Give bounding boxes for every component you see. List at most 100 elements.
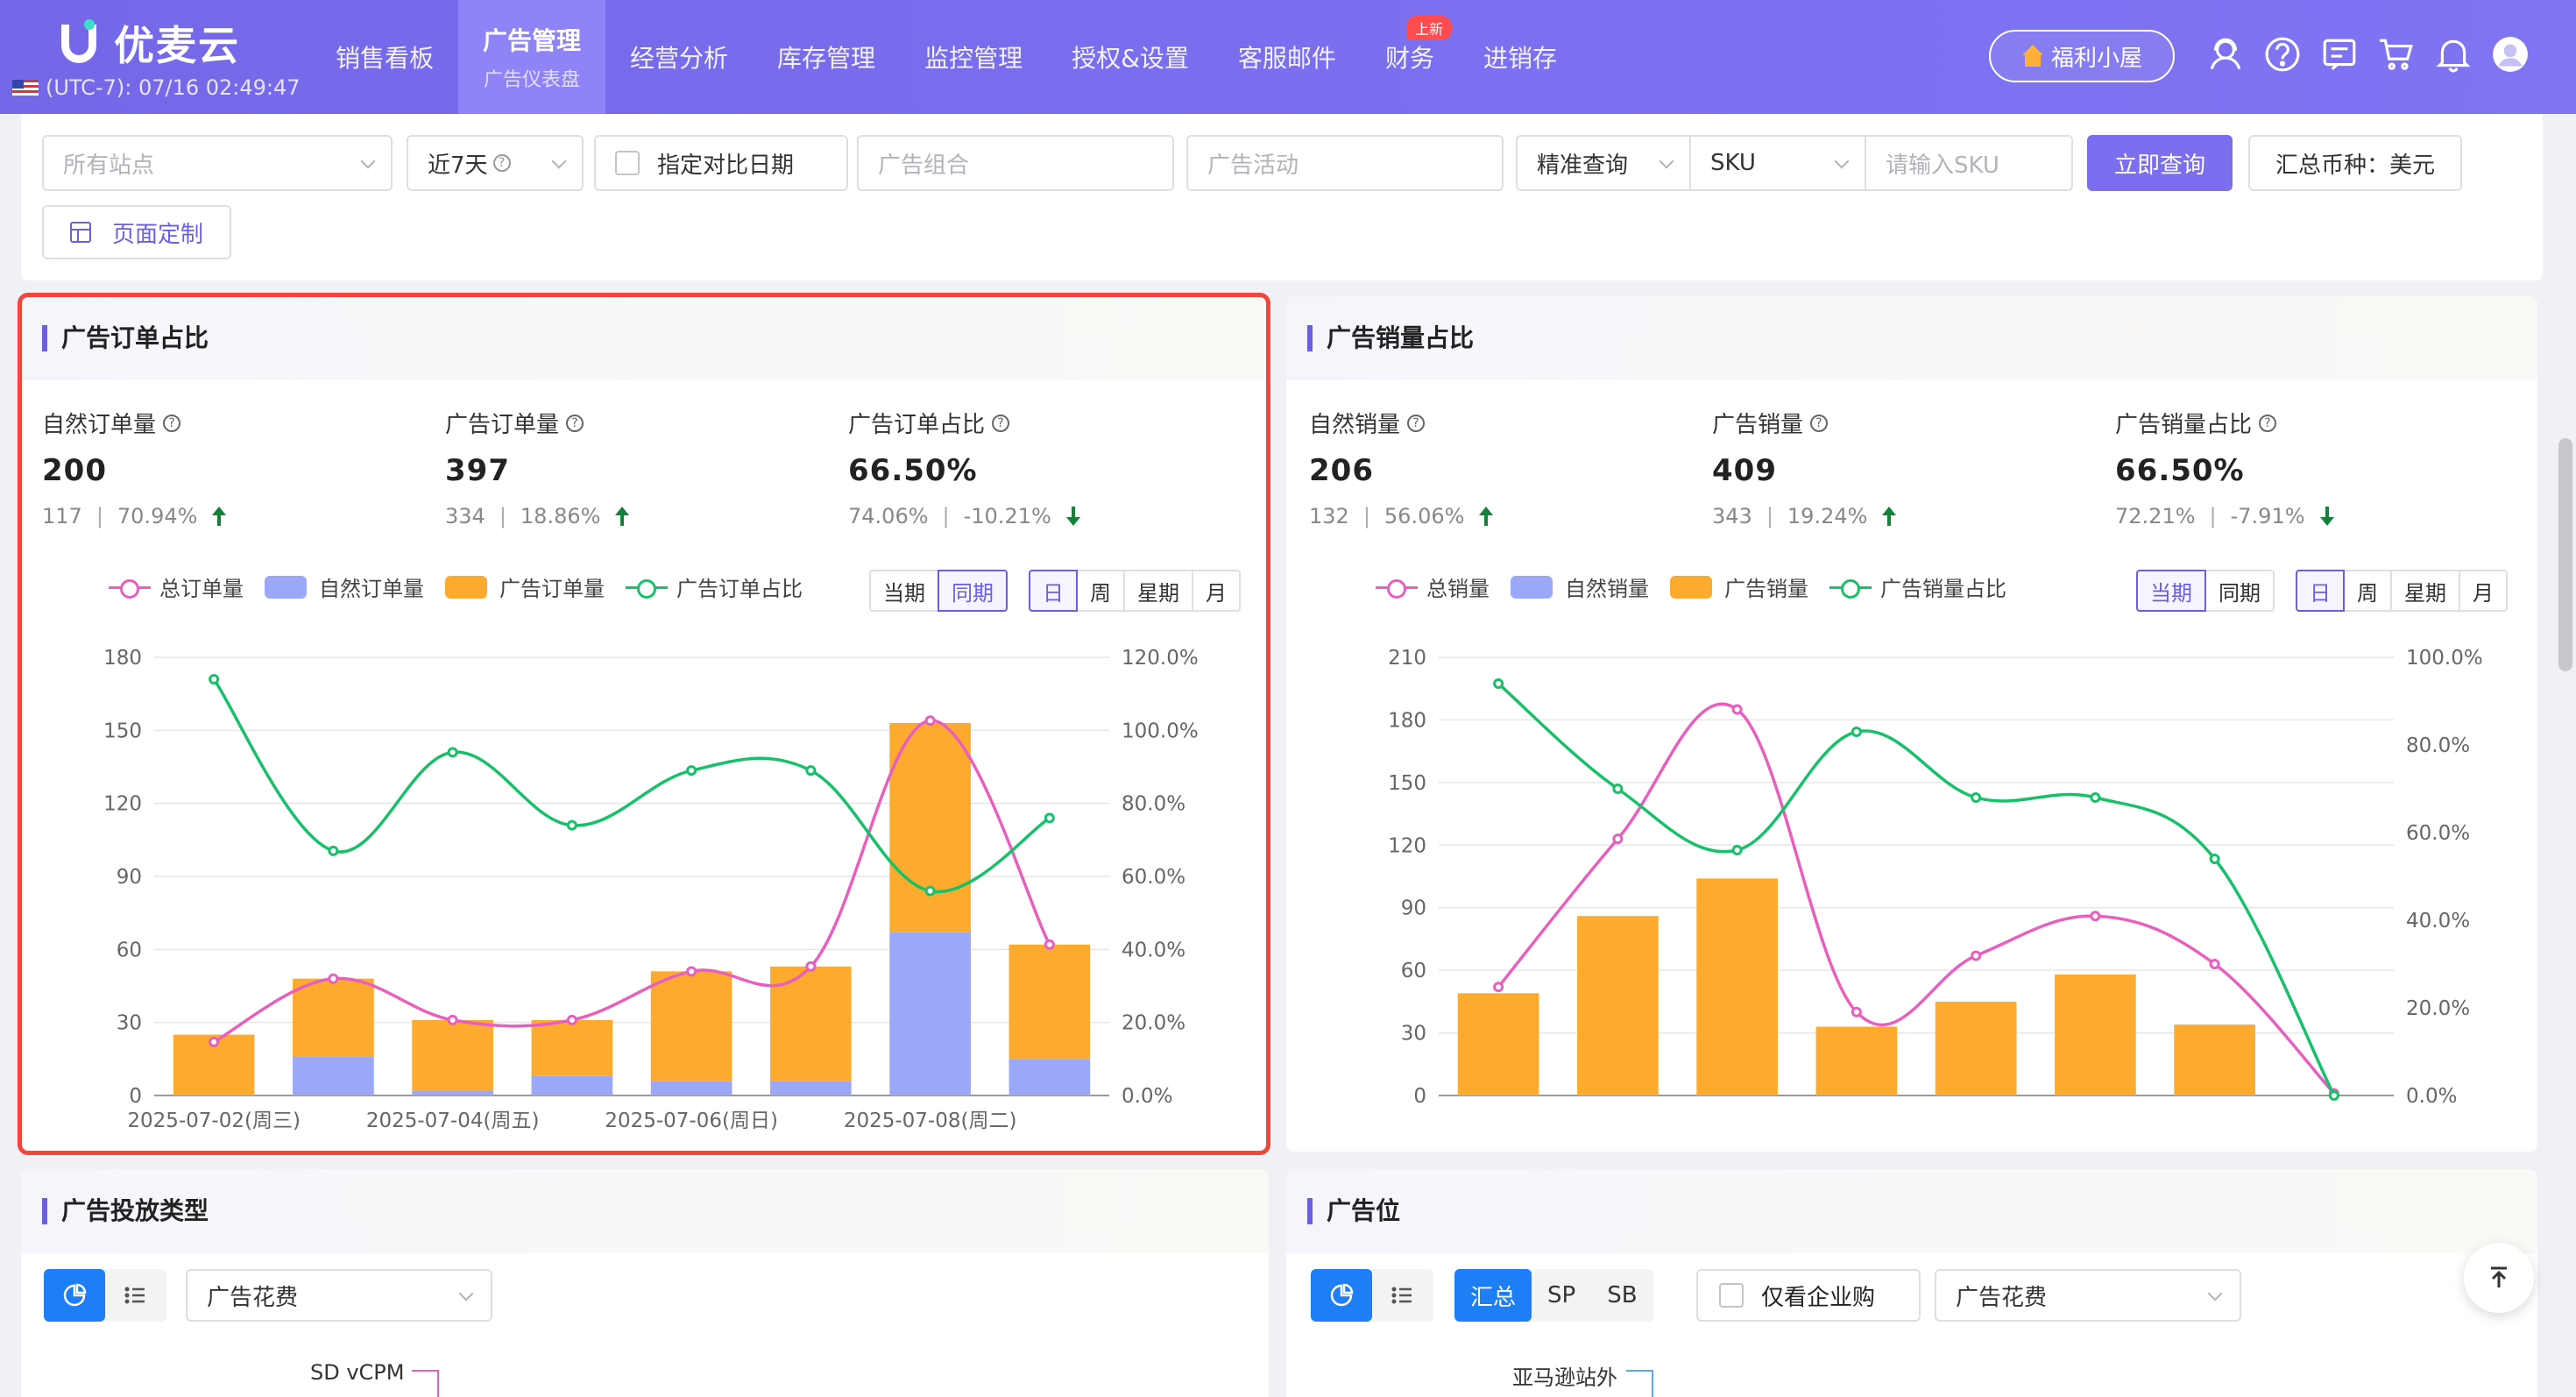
tab-月[interactable]: 月 (1192, 570, 1241, 612)
point-总订单量 (566, 1014, 577, 1025)
list-view-button[interactable] (1372, 1269, 1433, 1322)
tab-日[interactable]: 日 (1029, 570, 1078, 612)
trend-down-icon (1065, 507, 1080, 526)
kpi-label-text: 广告订单占比 (848, 412, 986, 438)
welfare-button[interactable]: 福利小屋 (1989, 30, 2175, 82)
kpi-change-pct: -10.21% (963, 504, 1051, 528)
nav-item-0[interactable]: 销售看板 (311, 0, 458, 114)
tab-当期[interactable]: 当期 (869, 570, 939, 612)
bar-广告订单量 (293, 978, 374, 1057)
bar-广告订单量 (1008, 944, 1091, 1060)
nav-item-6[interactable]: 客服邮件 (1214, 0, 1361, 114)
order-chart: 0 30 60 90 120 150 180 0.0% 20.0% 40.0% 60.0% 80.0%… (103, 647, 1199, 1132)
point-总销量 (1971, 950, 1982, 961)
tab-星期[interactable]: 星期 (2390, 570, 2460, 612)
legend-item[interactable]: 广告销量占比 (1829, 571, 2006, 602)
nav-item-4[interactable]: 监控管理 (900, 0, 1047, 114)
help-icon[interactable]: ? (2259, 414, 2277, 432)
placement-ad-type-tabs: 汇总 SP SB (1454, 1269, 1653, 1322)
y-left-tick-label: 0 (1413, 1085, 1426, 1108)
tab-当期[interactable]: 当期 (2136, 570, 2206, 612)
point-广告订单占比 (447, 747, 458, 758)
kpi-1: 广告订单量? 397 334 | 18.86% (445, 407, 630, 528)
date-range-select[interactable]: 近7天? (407, 135, 584, 191)
page-custom-button[interactable]: 页面定制 (42, 205, 231, 259)
legend-item[interactable]: 自然订单量 (265, 571, 424, 602)
avatar-icon[interactable] (2491, 35, 2530, 74)
nav-item-7[interactable]: 财务 上新 (1361, 0, 1459, 114)
currency-button[interactable]: 汇总币种：美元 (2248, 135, 2462, 191)
compare-date-checkbox[interactable]: 指定对比日期 (594, 135, 848, 191)
tab-日[interactable]: 日 (2296, 570, 2345, 612)
pie-view-button[interactable] (1311, 1269, 1372, 1322)
point-广告订单占比 (209, 674, 220, 684)
help-icon[interactable] (2263, 35, 2302, 74)
pie-view-button[interactable] (44, 1269, 105, 1322)
type-chart-label: SD vCPM (310, 1360, 405, 1385)
help-icon[interactable]: ? (992, 414, 1010, 432)
page-scrollbar[interactable] (2558, 438, 2572, 671)
bell-icon[interactable] (2434, 35, 2473, 74)
kpi-label: 广告销量占比? (2115, 407, 2333, 439)
back-to-top-button[interactable] (2464, 1243, 2534, 1313)
bar-自然订单量 (531, 1075, 613, 1096)
logo[interactable]: 优麦云 (58, 14, 240, 72)
nav-item-5[interactable]: 授权&设置 (1047, 0, 1214, 114)
tab-星期[interactable]: 星期 (1123, 570, 1193, 612)
user-service-icon[interactable] (2206, 35, 2245, 74)
kpi-prev-value: 132 (1309, 504, 1349, 528)
placement-metric-select[interactable]: 广告花费 (1935, 1269, 2241, 1322)
kpi-label-text: 广告订单量 (445, 412, 560, 438)
y-right-tick-label: 60.0% (2406, 822, 2470, 845)
help-icon[interactable]: ? (1407, 414, 1426, 432)
legend-item[interactable]: 广告销量 (1670, 571, 1808, 602)
ad-campaign-input[interactable]: 广告活动 (1186, 135, 1504, 191)
legend-item[interactable]: 自然销量 (1511, 571, 1649, 602)
type-metric-select[interactable]: 广告花费 (186, 1269, 492, 1322)
enterprise-only-checkbox[interactable]: 仅看企业购 (1696, 1269, 1921, 1322)
site-select-placeholder: 所有站点 (63, 152, 155, 179)
query-button[interactable]: 立即查询 (2087, 135, 2233, 191)
help-icon[interactable]: ? (163, 414, 181, 432)
legend-swatch (265, 575, 307, 599)
bar-自然订单量 (889, 932, 971, 1096)
search-field-select[interactable]: SKU (1689, 135, 1866, 191)
legend-item[interactable]: 总销量 (1376, 571, 1490, 602)
sku-input[interactable]: 请输入SKU (1865, 135, 2073, 191)
legend-item[interactable]: 广告订单量 (445, 571, 605, 602)
bar-广告销量 (1696, 878, 1778, 1096)
nav-item-3[interactable]: 库存管理 (753, 0, 900, 114)
message-icon[interactable] (2320, 35, 2359, 74)
help-icon[interactable]: ? (1810, 414, 1829, 432)
nav-item-2[interactable]: 经营分析 (605, 0, 753, 114)
tab-月[interactable]: 月 (2459, 570, 2508, 612)
site-select[interactable]: 所有站点 (42, 135, 393, 191)
legend-item[interactable]: 总订单量 (109, 571, 244, 602)
help-icon[interactable]: ? (566, 414, 584, 432)
nav-item-1[interactable]: 广告管理 广告仪表盘 (458, 0, 606, 114)
tab-周[interactable]: 周 (1076, 570, 1125, 612)
match-type-select[interactable]: 精准查询 (1516, 135, 1691, 191)
layout-icon (69, 222, 91, 243)
tab-同期[interactable]: 同期 (2204, 570, 2275, 612)
card-header: 广告位 (1286, 1169, 2537, 1253)
kpi-label-text: 自然订单量 (42, 412, 157, 438)
ad-group-input[interactable]: 广告组合 (857, 135, 1174, 191)
bar-广告销量 (2174, 1025, 2255, 1096)
card-title: 广告投放类型 (42, 1198, 209, 1224)
kpi-label: 广告订单占比? (848, 407, 1079, 439)
tab-sb[interactable]: SB (1591, 1269, 1652, 1322)
arrow-up-icon (2491, 1266, 2507, 1287)
tab-周[interactable]: 周 (2343, 570, 2392, 612)
legend-item[interactable]: 广告订单占比 (626, 571, 803, 602)
kpi-label: 广告销量? (1712, 407, 1895, 439)
cart-icon[interactable] (2377, 35, 2416, 74)
tab-同期[interactable]: 同期 (938, 570, 1008, 612)
tab-汇总[interactable]: 汇总 (1454, 1269, 1532, 1322)
nav-item-8[interactable]: 进销存 (1459, 0, 1582, 114)
tab-sp[interactable]: SP (1532, 1269, 1591, 1322)
list-view-button[interactable] (105, 1269, 166, 1322)
point-广告订单占比 (1044, 812, 1055, 824)
legend-swatch (1670, 575, 1712, 599)
kpi-1: 广告销量? 409 343 | 19.24% (1712, 407, 1897, 528)
